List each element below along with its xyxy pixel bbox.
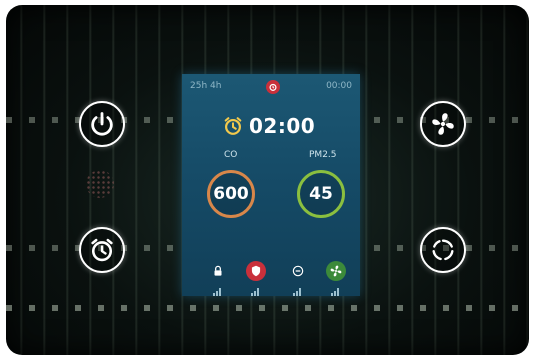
pm25-gauge: 45: [297, 170, 345, 218]
status-left-text: 25h 4h: [190, 81, 222, 91]
display-screen: 25h 4h 00:00 02:00 CO PM2.5 600 45: [182, 74, 360, 296]
power-button[interactable]: [79, 101, 125, 147]
signal-icon: [213, 288, 223, 296]
control-panel: 25h 4h 00:00 02:00 CO PM2.5 600 45: [6, 5, 529, 355]
timer-button[interactable]: [79, 227, 125, 273]
mode-button[interactable]: [420, 227, 466, 273]
status-bar: 25h 4h 00:00: [182, 80, 360, 96]
sensor-grille: [86, 170, 114, 198]
fan-speed-button[interactable]: [420, 101, 466, 147]
alarm-clock-icon: [91, 238, 113, 262]
minus-circle-icon: [288, 261, 308, 281]
co2-value: 600: [213, 184, 249, 204]
timer-value: 02:00: [249, 114, 316, 138]
shield-icon: [246, 261, 266, 281]
pm25-value: 45: [309, 184, 333, 204]
pm25-label: PM2.5: [309, 150, 337, 160]
alarm-indicator: [266, 80, 280, 94]
signal-icon: [251, 288, 261, 296]
status-right-text: 00:00: [326, 81, 352, 91]
signal-icon: [331, 288, 341, 296]
cycle-mode-icon: [432, 239, 454, 261]
lock-icon: [208, 261, 228, 281]
timer-display: 02:00: [222, 114, 315, 138]
alarm-clock-icon: [269, 83, 277, 91]
alarm-clock-icon: [224, 117, 242, 135]
power-icon: [91, 112, 113, 136]
fan-icon: [326, 261, 346, 281]
fan-icon: [432, 113, 454, 135]
co2-label: CO: [224, 150, 238, 160]
status-icons: [182, 261, 360, 285]
signal-icon: [293, 288, 303, 296]
decor-dashes: [6, 305, 529, 311]
co2-gauge: 600: [207, 170, 255, 218]
